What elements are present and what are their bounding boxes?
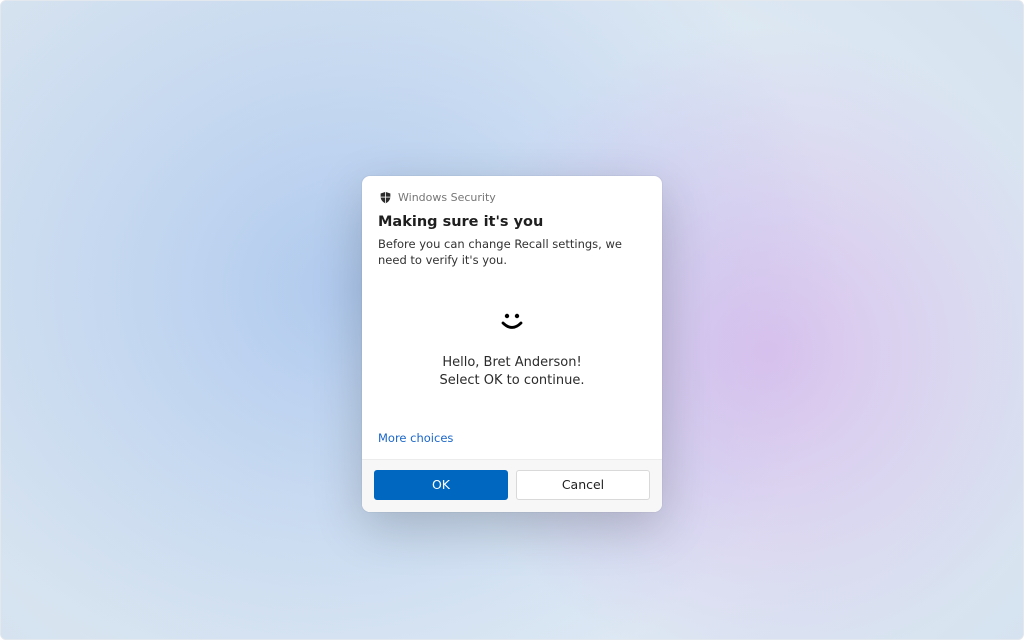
desktop-wallpaper: Windows Security Making sure it's you Be… — [0, 0, 1024, 640]
more-choices-link[interactable]: More choices — [362, 421, 469, 459]
greeting-line-2: Select OK to continue. — [388, 372, 636, 390]
cancel-button[interactable]: Cancel — [516, 470, 650, 500]
windows-security-dialog: Windows Security Making sure it's you Be… — [362, 176, 662, 512]
dialog-subtitle: Before you can change Recall settings, w… — [378, 236, 646, 268]
ok-button[interactable]: OK — [374, 470, 508, 500]
dialog-header: Windows Security — [362, 176, 662, 204]
app-name-label: Windows Security — [398, 191, 496, 204]
dialog-title: Making sure it's you — [378, 214, 646, 230]
shield-icon — [378, 190, 392, 204]
smile-icon — [499, 312, 525, 336]
dialog-body: Making sure it's you Before you can chan… — [362, 204, 662, 421]
windows-hello-area: Hello, Bret Anderson! Select OK to conti… — [378, 268, 646, 420]
more-choices-container: More choices — [362, 421, 662, 459]
greeting-line-1: Hello, Bret Anderson! — [388, 354, 636, 372]
dialog-button-row: OK Cancel — [362, 459, 662, 512]
